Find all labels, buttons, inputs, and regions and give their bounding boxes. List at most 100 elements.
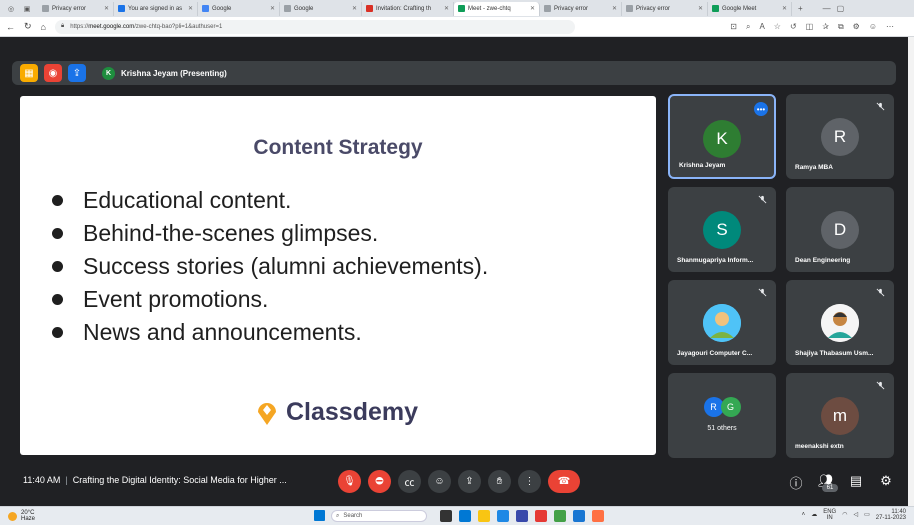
chat-app-icon[interactable] — [459, 510, 471, 522]
search-placeholder: Search — [343, 513, 363, 519]
mcafee-icon[interactable] — [535, 510, 547, 522]
weather-widget[interactable]: 20°C Haze — [8, 510, 35, 522]
workspaces-icon[interactable]: ▣ — [22, 4, 32, 14]
edge-browser-icon[interactable] — [497, 510, 509, 522]
profile-icon[interactable]: ◎ — [6, 4, 16, 14]
read-aloud-icon[interactable]: A — [759, 22, 764, 32]
stop-presenting-icon[interactable]: ◉ — [44, 64, 62, 82]
close-tab-icon[interactable]: ✕ — [188, 5, 193, 12]
split-screen-icon[interactable]: ◫ — [806, 22, 814, 32]
file-explorer-icon[interactable] — [478, 510, 490, 522]
participant-tile[interactable]: D Dean Engineering — [786, 187, 894, 272]
chat-button[interactable]: ▤ — [848, 473, 864, 504]
present-screen-icon[interactable]: ⇪ — [68, 64, 86, 82]
meeting-details-button[interactable]: ⓘ — [788, 473, 804, 504]
close-tab-icon[interactable]: ✕ — [352, 5, 357, 12]
participant-tile[interactable]: R Ramya MBA — [786, 94, 894, 179]
url-field[interactable]: 🔒︎ https://meet.google.com/zwe-chtq-bao?… — [54, 19, 575, 34]
tab-title: Privacy error — [554, 5, 589, 12]
browser-tab[interactable]: Privacy error ✕ — [38, 1, 114, 16]
minimize-icon[interactable]: — — [823, 4, 831, 13]
browser-tab[interactable]: Invitation: Crafting th ✕ — [362, 1, 454, 16]
app-icon[interactable] — [592, 510, 604, 522]
meeting-title: Crafting the Digital Identity: Social Me… — [72, 475, 287, 485]
mic-toggle-button[interactable]: 🎙︎ — [338, 470, 361, 493]
close-tab-icon[interactable]: ✕ — [698, 5, 703, 12]
zoom-icon[interactable]: ⌕ — [746, 22, 750, 32]
close-tab-icon[interactable]: ✕ — [530, 5, 535, 12]
maximize-icon[interactable]: ▢ — [837, 4, 845, 13]
back-icon[interactable]: ← — [6, 22, 15, 32]
people-button[interactable]: 👥︎61 — [818, 473, 838, 504]
battery-icon[interactable]: ▭ — [864, 512, 870, 518]
refresh-extension-icon[interactable]: ↺ — [790, 22, 797, 32]
browser-tab[interactable]: Google Meet ✕ — [708, 1, 792, 16]
mail-icon[interactable] — [573, 510, 585, 522]
browser-tab[interactable]: Google ✕ — [198, 1, 280, 16]
close-tab-icon[interactable]: ✕ — [612, 5, 617, 12]
profile-icon[interactable]: ☺ — [869, 22, 877, 32]
participant-tile[interactable]: m meenakshi extn — [786, 373, 894, 458]
tab-title: Meet - zwe-chtq — [468, 5, 511, 12]
present-button[interactable]: ⇪ — [458, 470, 481, 493]
browser-tab[interactable]: You are signed in as ✕ — [114, 1, 198, 16]
cloud-icon[interactable]: ☁ — [811, 512, 817, 518]
tray-chevron-icon[interactable]: ˄ — [802, 512, 806, 518]
start-windows-icon[interactable] — [314, 510, 325, 521]
brand-name: Classdemy — [286, 398, 419, 426]
browser-tab[interactable]: Google ✕ — [280, 1, 362, 16]
lock-icon: 🔒︎ — [60, 23, 65, 29]
new-tab-icon[interactable]: + — [798, 4, 803, 13]
raise-hand-button[interactable]: ✋︎ — [488, 470, 511, 493]
extensions-icon[interactable]: ⚙ — [853, 22, 860, 32]
taskbar-search[interactable]: ⌕ Search — [331, 510, 427, 522]
presentation-icon[interactable]: ▦ — [20, 64, 38, 82]
participant-name: Jayagouri Computer C... — [677, 350, 753, 357]
captions-button[interactable]: ㏄ — [398, 470, 421, 493]
tab-favicon-icon — [366, 5, 373, 12]
bullet-icon — [52, 294, 63, 305]
weather-sun-icon — [8, 511, 17, 521]
favorite-star-icon[interactable]: ☆ — [774, 22, 781, 32]
collections-icon[interactable]: ⧉ — [838, 22, 844, 32]
task-view-icon[interactable] — [440, 510, 452, 522]
others-count: 51 others — [707, 425, 737, 432]
volume-icon[interactable]: ◁ — [853, 512, 858, 518]
close-tab-icon[interactable]: ✕ — [782, 5, 787, 12]
avatar: R — [821, 118, 859, 156]
reload-icon[interactable]: ↻ — [24, 21, 32, 32]
wifi-icon[interactable]: ◠ — [842, 512, 847, 518]
tab-favicon-icon — [118, 5, 125, 12]
store-icon[interactable] — [516, 510, 528, 522]
install-app-icon[interactable]: ⊡ — [730, 22, 737, 32]
close-tab-icon[interactable]: ✕ — [444, 5, 449, 12]
more-options-button[interactable]: ⋮ — [518, 470, 541, 493]
slide-bullet: News and announcements. — [52, 316, 488, 349]
reactions-button[interactable]: ☺ — [428, 470, 451, 493]
participant-tile[interactable]: Shajiya Thabasum Usm... — [786, 280, 894, 365]
more-menu-icon[interactable]: ⋯ — [886, 22, 894, 32]
close-tab-icon[interactable]: ✕ — [270, 5, 275, 12]
home-icon[interactable]: ⌂ — [41, 22, 46, 32]
browser-tab[interactable]: Privacy error ✕ — [540, 1, 622, 16]
url-prefix: https:// — [70, 23, 89, 30]
activities-button[interactable]: ⚙ — [878, 473, 894, 504]
chrome-icon[interactable] — [554, 510, 566, 522]
more-options-icon[interactable]: ••• — [754, 102, 768, 116]
browser-tab[interactable]: Privacy error ✕ — [622, 1, 708, 16]
favorites-icon[interactable]: ✰ — [822, 22, 829, 32]
leave-call-button[interactable]: ☎︎ — [548, 470, 580, 493]
close-tab-icon[interactable]: ✕ — [104, 5, 109, 12]
browser-tab-active[interactable]: Meet - zwe-chtq ✕ — [454, 1, 540, 16]
camera-toggle-button[interactable]: ⛔︎ — [368, 470, 391, 493]
bullet-icon — [52, 228, 63, 239]
avatar: K — [703, 120, 741, 158]
clock[interactable]: 11:40 27-11-2023 — [876, 509, 906, 521]
participant-tile[interactable]: S Shanmugapriya Inform... — [668, 187, 776, 272]
participant-tile[interactable]: ••• K Krishna Jeyam — [668, 94, 776, 179]
address-bar: ← ↻ ⌂ 🔒︎ https://meet.google.com/zwe-cht… — [0, 17, 914, 37]
participant-name: Krishna Jeyam — [679, 162, 726, 169]
clock-date: 27-11-2023 — [875, 515, 906, 521]
participant-tile[interactable]: Jayagouri Computer C... — [668, 280, 776, 365]
others-tile[interactable]: R G 51 others — [668, 373, 776, 458]
